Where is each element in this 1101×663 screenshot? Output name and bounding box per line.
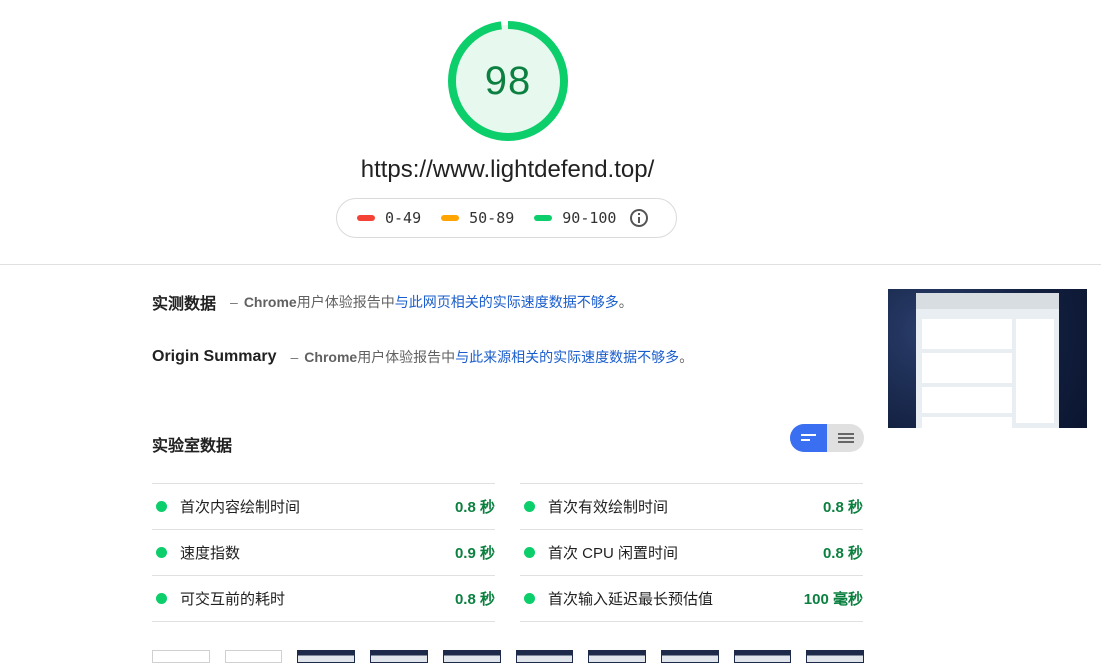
filmstrip-frame xyxy=(370,650,428,663)
origin-summary-dash: – xyxy=(290,349,299,365)
filmstrip-frame xyxy=(297,650,356,663)
score-header: 98 https://www.lightdefend.top/ 0-49 50-… xyxy=(0,0,1101,265)
legend-fail-swatch xyxy=(357,215,375,221)
metric-name: 可交互前的耗时 xyxy=(180,591,286,608)
filmstrip-frame xyxy=(515,650,574,663)
legend-average: 50-89 xyxy=(441,209,514,227)
metric-value: 0.8 秒 xyxy=(454,591,495,608)
metric-speed-index: 速度指数 0.9 秒 xyxy=(152,529,495,575)
metric-max-potential-fid: 首次输入延迟最长预估值 100 毫秒 xyxy=(520,575,863,622)
score-legend: 0-49 50-89 90-100 xyxy=(336,198,677,238)
pass-indicator-icon xyxy=(524,547,535,558)
pass-indicator-icon xyxy=(524,501,535,512)
legend-pass-swatch xyxy=(534,215,553,221)
filmstrip-frame xyxy=(660,650,719,663)
metric-value: 0.8 秒 xyxy=(454,499,495,516)
metric-name: 速度指数 xyxy=(180,545,241,562)
filmstrip-frame xyxy=(806,650,865,663)
performance-score: 98 xyxy=(484,59,532,103)
compact-view-button[interactable] xyxy=(790,424,827,452)
legend-pass: 90-100 xyxy=(534,209,616,227)
field-data-row: 实测数据 – Chrome 用户体验报告中 与此网页相关的实际速度数据不够多 。 xyxy=(152,290,633,314)
field-data-suffix: 。 xyxy=(618,294,633,310)
metric-view-toggle[interactable] xyxy=(790,424,864,452)
final-screenshot xyxy=(888,289,1087,428)
origin-summary-text: 用户体验报告中 xyxy=(357,349,456,365)
origin-summary-title: Origin Summary xyxy=(152,348,277,365)
metric-first-cpu-idle: 首次 CPU 闲置时间 0.8 秒 xyxy=(520,529,863,575)
metric-name: 首次有效绘制时间 xyxy=(548,499,669,516)
legend-fail-label: 0-49 xyxy=(385,209,422,227)
pass-indicator-icon xyxy=(524,593,535,604)
origin-summary-link[interactable]: 与此来源相关的实际速度数据不够多 xyxy=(455,347,679,367)
legend-fail: 0-49 xyxy=(357,209,421,227)
field-data-dash: – xyxy=(230,294,238,310)
pass-indicator-icon xyxy=(156,547,167,558)
metric-first-contentful-paint: 首次内容绘制时间 0.8 秒 xyxy=(152,483,495,529)
filmstrip-frame xyxy=(588,650,646,663)
filmstrip-frame xyxy=(224,650,283,663)
tested-url: https://www.lightdefend.top/ xyxy=(360,156,655,183)
field-data-title: 实测数据 xyxy=(152,296,217,313)
filmstrip xyxy=(152,650,865,663)
metric-name: 首次内容绘制时间 xyxy=(180,499,301,516)
origin-summary-suffix: 。 xyxy=(679,349,694,365)
pass-indicator-icon xyxy=(156,501,167,512)
filmstrip-frame xyxy=(733,650,792,663)
metric-name: 首次 CPU 闲置时间 xyxy=(548,545,679,562)
filmstrip-frame xyxy=(442,650,501,663)
metric-value: 0.9 秒 xyxy=(454,545,495,562)
lab-metrics-right: 首次有效绘制时间 0.8 秒 首次 CPU 闲置时间 0.8 秒 首次输入延迟最… xyxy=(520,483,863,622)
screenshot-page xyxy=(916,293,1059,428)
metric-value: 0.8 秒 xyxy=(822,499,863,516)
performance-score-gauge: 98 xyxy=(447,20,569,142)
field-data-text: 用户体验报告中 xyxy=(296,294,395,310)
expanded-view-button[interactable] xyxy=(827,424,864,452)
lab-metrics-left: 首次内容绘制时间 0.8 秒 速度指数 0.9 秒 可交互前的耗时 0.8 秒 xyxy=(152,483,495,622)
pass-indicator-icon xyxy=(156,593,167,604)
info-icon[interactable] xyxy=(630,209,649,227)
origin-summary-row: Origin Summary – Chrome 用户体验报告中 与此来源相关的实… xyxy=(152,347,693,367)
metric-time-to-interactive: 可交互前的耗时 0.8 秒 xyxy=(152,575,495,622)
filmstrip-frame xyxy=(152,650,210,663)
metric-first-meaningful-paint: 首次有效绘制时间 0.8 秒 xyxy=(520,483,863,529)
field-data-link[interactable]: 与此网页相关的实际速度数据不够多 xyxy=(395,292,619,312)
legend-average-label: 50-89 xyxy=(469,209,515,227)
legend-pass-label: 90-100 xyxy=(562,209,617,227)
metric-value: 0.8 秒 xyxy=(822,545,863,562)
field-data-source: Chrome xyxy=(243,294,297,310)
metric-value: 100 毫秒 xyxy=(803,591,863,608)
metric-name: 首次输入延迟最长预估值 xyxy=(548,591,714,608)
legend-average-swatch xyxy=(441,215,460,221)
origin-summary-source: Chrome xyxy=(304,349,358,365)
lab-data-title: 实验室数据 xyxy=(152,438,233,455)
